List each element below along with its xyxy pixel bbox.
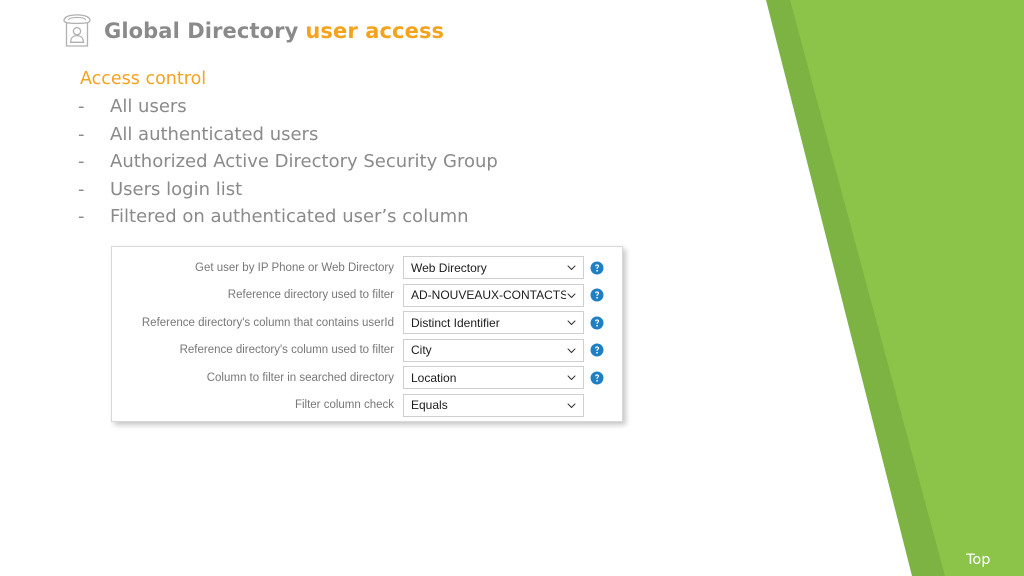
- bullet-marker: -: [78, 151, 85, 172]
- select-value: AD-NOUVEAUX-CONTACTS: [411, 288, 566, 303]
- select-filter-column-check[interactable]: Equals: [403, 393, 584, 417]
- list-item: - All users: [78, 93, 498, 121]
- form-row-userid-column: Reference directory's column that contai…: [112, 309, 622, 337]
- select-filter-column[interactable]: City: [403, 338, 584, 362]
- select-value: Distinct Identifier: [411, 315, 500, 330]
- chevron-down-icon: [567, 348, 576, 353]
- bullet-marker: -: [78, 178, 85, 200]
- settings-panel: Get user by IP Phone or Web Directory We…: [111, 246, 623, 422]
- form-label: Reference directory's column that contai…: [141, 316, 394, 329]
- form-row-filter-column-check: Filter column check Equals: [112, 392, 622, 420]
- bullet-marker: -: [78, 206, 85, 227]
- chevron-down-icon: [567, 375, 576, 381]
- chevron-down-icon: [567, 403, 576, 408]
- select-value: Equals: [411, 398, 448, 413]
- list-item: - All authenticated users: [78, 121, 498, 149]
- list-item: - Users login list: [78, 176, 498, 204]
- list-item-label: All users: [110, 96, 187, 117]
- question-mark-circle-icon[interactable]: [590, 261, 604, 275]
- list-item-label: All authenticated users: [110, 123, 319, 145]
- form-row-reference-directory: Reference directory used to filter AD-NO…: [112, 282, 622, 310]
- question-mark-circle-icon[interactable]: [590, 343, 604, 357]
- form-label: Column to filter in searched directory: [206, 371, 394, 384]
- help-slot: [584, 343, 610, 357]
- form-row-get-user-by: Get user by IP Phone or Web Directory We…: [112, 254, 622, 282]
- page-title-accent: user access: [305, 18, 445, 43]
- green-shape-light: [790, 0, 1024, 576]
- list-item-label: Filtered on authenticated user’s column: [110, 206, 469, 227]
- help-slot: [584, 288, 610, 302]
- question-mark-circle-icon[interactable]: [590, 371, 604, 385]
- page-title: Global Directory user access: [62, 14, 444, 48]
- chevron-down-icon: [567, 320, 576, 326]
- select-searched-directory-column[interactable]: Location: [403, 366, 584, 390]
- form-row-filter-column: Reference directory's column used to fil…: [112, 337, 622, 365]
- green-band-dark: [766, 0, 1024, 576]
- question-mark-circle-icon[interactable]: [590, 316, 604, 330]
- bullet-marker: -: [78, 96, 85, 117]
- select-userid-column[interactable]: Distinct Identifier: [403, 311, 584, 335]
- select-value: Location: [411, 370, 457, 385]
- select-value: City: [411, 343, 432, 358]
- list-item: - Filtered on authenticated user’s colum…: [78, 203, 498, 231]
- top-link[interactable]: Top: [966, 551, 990, 569]
- help-slot: [584, 371, 610, 385]
- directory-phone-person-icon: [63, 14, 91, 47]
- select-reference-directory[interactable]: AD-NOUVEAUX-CONTACTS: [403, 283, 584, 307]
- chevron-down-icon: [567, 293, 576, 298]
- form-row-searched-directory-column: Column to filter in searched directory L…: [112, 364, 622, 392]
- section-heading: Access control: [80, 69, 207, 89]
- help-slot: [584, 316, 610, 330]
- form-label: Get user by IP Phone or Web Directory: [195, 261, 394, 274]
- select-value: Web Directory: [411, 260, 487, 275]
- question-mark-circle-icon[interactable]: [590, 288, 604, 302]
- select-get-user-by[interactable]: Web Directory: [403, 256, 584, 280]
- list-item-label: Authorized Active Directory Security Gro…: [110, 151, 498, 172]
- help-slot: [584, 261, 610, 275]
- form-label: Reference directory's column used to fil…: [179, 344, 394, 357]
- bullet-marker: -: [78, 123, 85, 145]
- list-item-label: Users login list: [110, 178, 243, 200]
- list-item: - Authorized Active Directory Security G…: [78, 148, 498, 176]
- form-label: Reference directory used to filter: [227, 289, 394, 302]
- chevron-down-icon: [567, 265, 576, 271]
- content-block: Access control - All users - All authent…: [78, 66, 498, 231]
- page-title-main: Global Directory: [104, 18, 299, 43]
- form-label: Filter column check: [294, 399, 394, 412]
